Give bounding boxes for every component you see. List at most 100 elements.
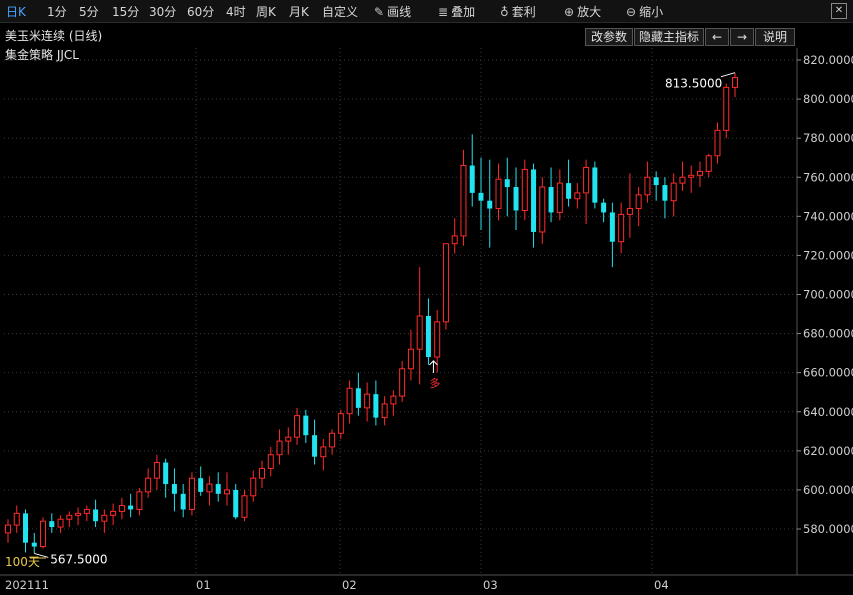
candle-body-up [101,514,108,522]
candle-body-down [425,315,431,358]
candle-body-down [592,167,598,203]
candle-body-up [644,176,651,196]
candle-body-up [688,174,695,178]
x-tick-label: 02 [342,578,357,592]
candle-body-up [294,415,301,438]
candle-body-down [478,192,484,201]
candle-body-down [171,484,177,494]
candle-body-up [320,446,327,458]
candle-body-up [670,182,677,202]
candle-body-up [460,165,467,237]
x-tick-label: 202111 [5,578,49,592]
y-tick-label: 680.0000 [803,327,853,341]
candle-body-down [233,489,239,518]
low-price-label: 567.5000 [50,552,107,566]
candle-body-down [180,493,186,510]
candle-body-up [276,440,283,456]
candle-body-up [83,508,90,514]
candle-body-down [355,388,361,408]
candle-body-up [329,432,336,448]
candle-body-down [548,187,554,213]
y-tick-label: 620.0000 [803,444,853,458]
x-tick-label: 01 [196,578,211,592]
candle-body-up [241,495,248,518]
candle-body-down [504,179,510,188]
y-tick-label: 740.0000 [803,209,853,223]
candle-body-down [93,509,99,522]
days-label: 100天 [5,555,40,569]
y-tick-label: 700.0000 [803,288,853,302]
candle-body-down [513,187,519,211]
candle-body-up [364,393,371,409]
candle-body-down [601,202,607,213]
candle-body-up [5,524,11,534]
candle-body-up [416,315,423,350]
candle-body-up [250,477,257,497]
candle-body-down [198,478,204,492]
candle-body-down [215,484,221,494]
candle-body-up [399,368,406,397]
candle-body-up [583,166,590,194]
y-tick-label: 780.0000 [803,131,853,145]
x-tick-label: 04 [654,578,669,592]
candle-body-up [556,182,563,213]
candle-body-up [696,170,703,176]
candle-body-up [442,243,449,323]
candle-body-down [487,200,493,209]
candle-body-down [23,513,29,543]
candle-body-up [57,518,64,528]
candle-body-up [118,505,125,512]
candle-body-up [574,192,581,200]
candle-body-up [223,489,230,495]
x-axis: 202111 01 02 03 04 [5,578,669,592]
candlestick-chart[interactable]: 820.0000 800.0000 780.0000 760.0000 740.0000… [0,0,853,595]
candle-body-down [312,435,318,457]
candle-body-up [381,403,388,419]
candle-body-up [705,155,712,172]
y-tick-label: 820.0000 [803,53,853,67]
y-tick-label: 600.0000 [803,483,853,497]
high-marker-line [720,72,736,78]
candle-body-up [679,176,686,184]
buy-signal-label: 多 [429,376,440,390]
candle-body-down [128,505,134,510]
candle-body-up [153,462,160,479]
candle-body-up [13,512,20,526]
candle-body-down [303,415,309,436]
high-price-label: 813.5000 [665,77,722,91]
candle-body-up [206,483,213,493]
candle-body-up [285,436,292,442]
candle-body-up [539,186,546,233]
candle-body-down [653,177,659,186]
y-tick-label: 580.0000 [803,522,853,536]
candle-body-up [635,194,642,210]
candle-body-up [75,512,82,516]
candle-body-down [469,165,475,193]
candle-body-up [390,395,397,405]
candle-body-down [163,462,169,485]
candle-body-down [566,183,572,199]
candle-body-up [110,510,117,516]
candle-body-up [188,477,195,510]
y-tick-label: 760.0000 [803,170,853,184]
candle-body-down [49,521,55,528]
candle-body-up [259,467,266,479]
candle-body-up [346,387,353,415]
candle-body-up [451,235,458,245]
y-tick-label: 720.0000 [803,248,853,262]
y-tick-label: 800.0000 [803,92,853,106]
candle-body-down [31,542,37,547]
candle-body-up [434,321,441,358]
candle-body-up [714,129,721,157]
y-axis: 820.0000 800.0000 780.0000 760.0000 740.0000… [797,53,853,536]
candle-body-down [662,185,668,201]
candle-body-up [66,514,73,520]
candle-body-up [521,168,528,211]
candle-body-down [373,394,379,418]
candle-body-up [337,413,344,434]
candle-body-up [136,491,143,510]
candle-body-up [495,178,502,210]
candles [5,72,738,559]
candle-body-down [531,169,537,232]
candle-body-up [723,86,730,131]
